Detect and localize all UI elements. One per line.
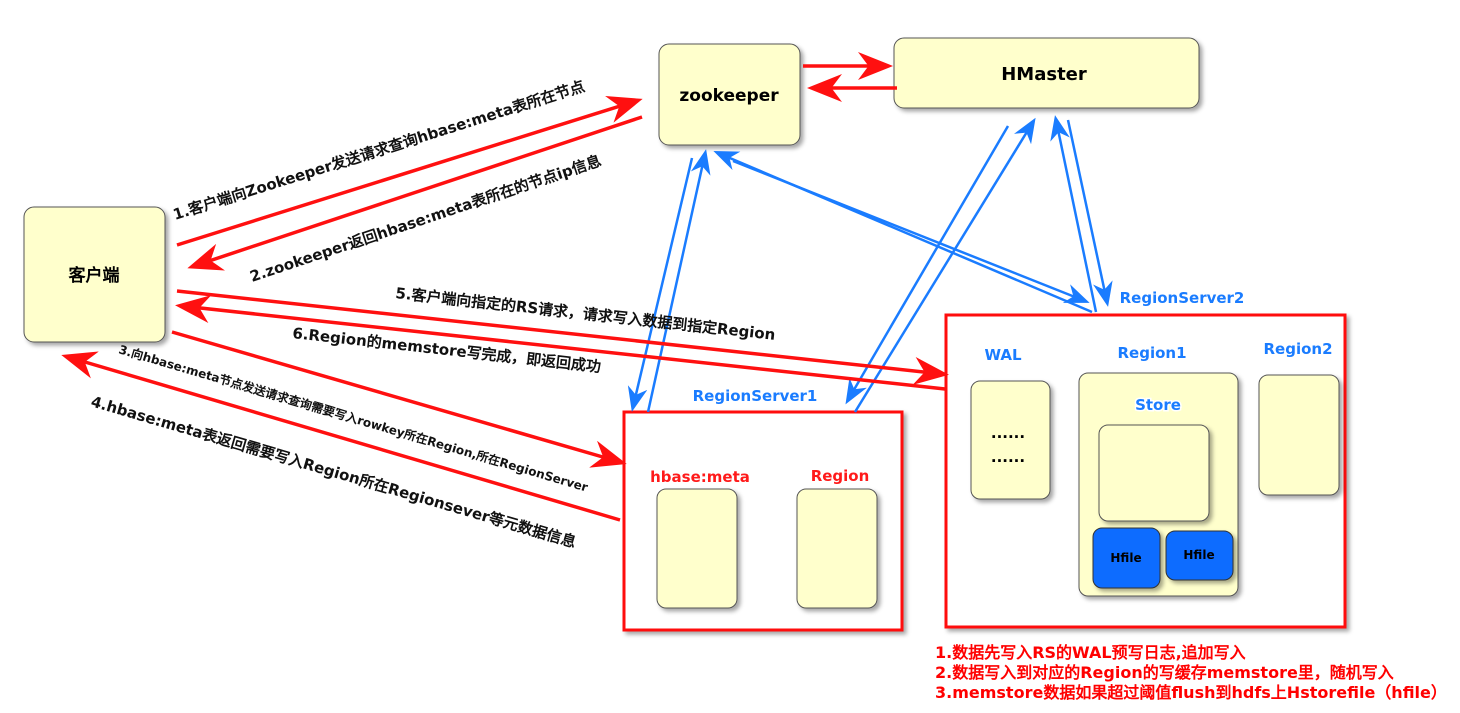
region1-label: Region1 <box>1117 344 1186 362</box>
wal-label: WAL <box>984 346 1021 364</box>
arrow-zookeeper-to-rs2 <box>732 159 1090 303</box>
hfile-label: Hfile <box>1183 548 1214 562</box>
hmaster-label: HMaster <box>1001 64 1087 85</box>
step1-text: 1.客户端向Zookeeper发送请求查询hbase:meta表所在节点 <box>171 77 587 224</box>
note-1: 1.数据先写入RS的WAL预写日志,追加写入 <box>935 643 1246 662</box>
store-label: Store <box>1135 396 1181 414</box>
wal-entries: ...... <box>991 424 1025 442</box>
hbase-meta-label: hbase:meta <box>650 468 750 486</box>
hfile-2: Hfile <box>1165 530 1234 581</box>
zookeeper-node: zookeeper <box>658 43 801 146</box>
region2-box <box>1258 374 1340 496</box>
arrow-zookeeper-to-rs1 <box>627 157 694 412</box>
note-3: 3.memstore数据如果超过阈值flush到hdfs上Hstorefile（… <box>935 683 1447 702</box>
hmaster-node: HMaster <box>893 37 1200 109</box>
hbase-write-flow-diagram: 客户端 zookeeper HMaster RegionServer1 hbas… <box>23 37 1447 702</box>
regionserver2-label: RegionServer2 <box>1120 289 1245 307</box>
wal-entries: ...... <box>991 448 1025 466</box>
arrow-rs1-to-zookeeper <box>646 149 711 413</box>
hfile-label: Hfile <box>1110 551 1141 565</box>
memstore-box <box>1098 424 1210 522</box>
region-label: Region <box>811 467 870 485</box>
client-label: 客户端 <box>68 265 120 286</box>
regionserver1-label: RegionServer1 <box>693 387 818 405</box>
zookeeper-label: zookeeper <box>679 86 779 106</box>
client-node: 客户端 <box>23 206 166 343</box>
hbase-meta-region <box>656 488 738 609</box>
hfile-1: Hfile <box>1092 527 1161 589</box>
region2-label: Region2 <box>1263 340 1332 358</box>
arrow-rs2-to-hmaster <box>1050 115 1098 313</box>
region-box <box>796 488 878 609</box>
note-2: 2.数据写入到对应的Region的写缓存memstore里，随机写入 <box>935 663 1394 682</box>
